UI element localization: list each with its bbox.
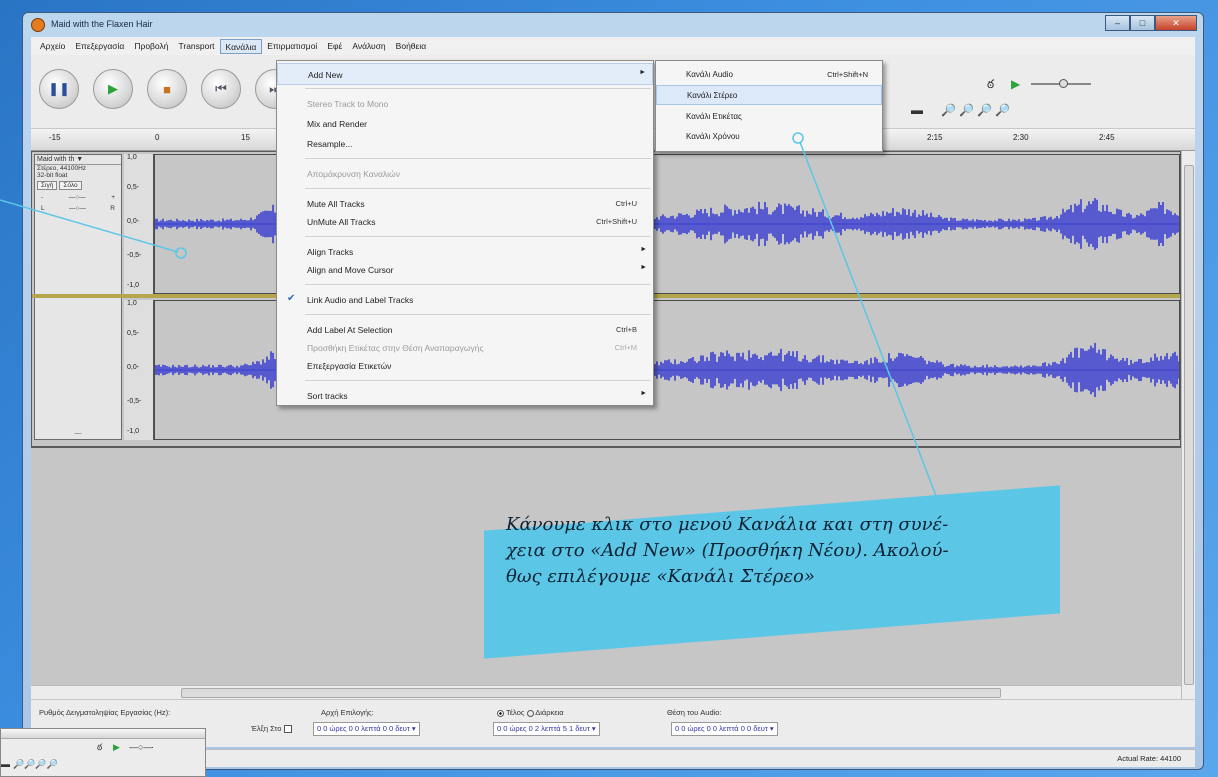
callout-line: Κάνουμε κλικ στο μενού Κανάλια και στη σ…	[506, 514, 949, 535]
callout-text: Κάνουμε κλικ στο μενού Κανάλια και στη σ…	[506, 512, 1046, 590]
inset-toolbar-preview: ఠ ▶ —○— · ▬ 🔎🔎🔎🔎	[0, 728, 206, 777]
annotation-leader-lines	[0, 132, 941, 507]
slider-icon: —○—	[129, 742, 153, 752]
inset-titlebar	[1, 729, 205, 739]
callout-line: θως επιλέγουμε «Κανάλι Στέρεο»	[506, 566, 815, 587]
leader-line-left	[0, 199, 179, 253]
leader-dot-right	[792, 132, 804, 144]
play-at-speed-icon: ▶	[113, 742, 120, 752]
callout-line: χεια στο «Add New» (Προσθήκη Νέου). Ακολ…	[506, 540, 949, 561]
trim-icon: ▬	[1, 759, 10, 769]
zoom-icons: 🔎🔎🔎🔎	[13, 759, 58, 769]
multi-tool-icon: ఠ	[97, 742, 103, 752]
leader-line-right	[799, 141, 941, 507]
leader-dot-left	[175, 247, 187, 259]
slider-end-icon: ·	[151, 742, 154, 752]
